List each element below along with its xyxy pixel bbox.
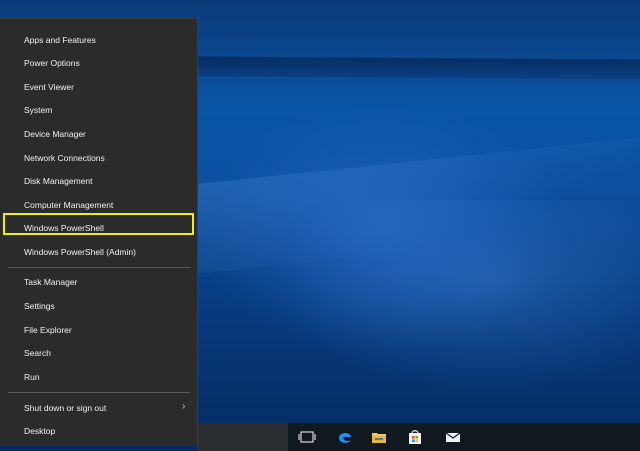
- task-view-icon[interactable]: [298, 428, 316, 446]
- menu-separator: [8, 392, 190, 393]
- wallpaper-beam: [189, 56, 640, 80]
- menu-item-event-viewer[interactable]: Event Viewer: [0, 76, 198, 98]
- menu-item-run[interactable]: Run: [0, 366, 198, 388]
- taskbar: [198, 423, 640, 451]
- edge-icon[interactable]: [336, 428, 354, 446]
- menu-item-desktop[interactable]: Desktop: [0, 420, 198, 442]
- taskbar-search-area[interactable]: [198, 423, 288, 451]
- menu-item-search[interactable]: Search: [0, 342, 198, 364]
- winx-context-menu: Apps and Features Power Options Event Vi…: [0, 18, 198, 446]
- menu-item-windows-powershell-admin[interactable]: Windows PowerShell (Admin): [0, 241, 198, 263]
- menu-item-disk-management[interactable]: Disk Management: [0, 170, 198, 192]
- menu-item-system[interactable]: System: [0, 99, 198, 121]
- store-icon[interactable]: [406, 428, 424, 446]
- menu-item-power-options[interactable]: Power Options: [0, 52, 198, 74]
- menu-separator: [8, 267, 190, 268]
- submenu-arrow-icon: ›: [182, 401, 186, 412]
- menu-item-device-manager[interactable]: Device Manager: [0, 123, 198, 145]
- wallpaper-haze: [260, 200, 640, 400]
- mail-icon[interactable]: [444, 428, 462, 446]
- highlight-box: [3, 213, 194, 235]
- menu-item-file-explorer[interactable]: File Explorer: [0, 319, 198, 341]
- file-explorer-icon[interactable]: [370, 428, 388, 446]
- menu-item-apps-and-features[interactable]: Apps and Features: [0, 29, 198, 51]
- menu-item-network-connections[interactable]: Network Connections: [0, 147, 198, 169]
- menu-item-shut-down-or-sign-out[interactable]: Shut down or sign out: [0, 397, 198, 419]
- menu-item-settings[interactable]: Settings: [0, 295, 198, 317]
- menu-item-task-manager[interactable]: Task Manager: [0, 271, 198, 293]
